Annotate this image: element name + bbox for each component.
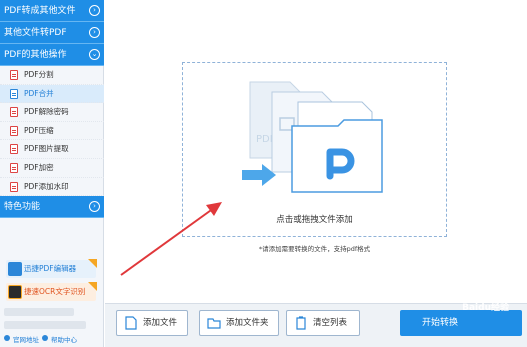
- sidebar-item-pdf-merge[interactable]: PDF合并: [0, 84, 104, 104]
- blurred-row: [4, 321, 86, 329]
- clear-list-button[interactable]: 清空列表: [286, 310, 360, 336]
- chevron-right-icon: ›: [89, 201, 100, 212]
- add-folder-label: 添加文件夹: [226, 318, 269, 328]
- sidebar-item-pdf-unlock[interactable]: PDF解除密码: [0, 103, 104, 122]
- home-icon: [4, 335, 10, 341]
- promo-label: 捷速OCR文字识别: [24, 287, 86, 296]
- help-icon: [42, 335, 48, 341]
- sidebar-item-label: PDF添加水印: [24, 181, 69, 191]
- official-site-link[interactable]: 官网地址: [13, 334, 39, 344]
- pdf-file-icon: [10, 125, 18, 136]
- add-folder-icon: [207, 318, 221, 329]
- promo-ribbon: [88, 282, 97, 291]
- help-center-link[interactable]: 帮助中心: [51, 334, 77, 344]
- add-file-button[interactable]: 添加文件: [116, 310, 188, 336]
- drop-illustration-icon: PDF: [242, 81, 383, 193]
- sidebar-category-pdf-to-other[interactable]: PDF转成其他文件 ›: [0, 0, 104, 22]
- promo-ribbon: [88, 259, 97, 268]
- sidebar-item-pdf-compress[interactable]: PDF压缩: [0, 122, 104, 141]
- blurred-row: [4, 308, 74, 316]
- category-label: PDF转成其他文件: [4, 6, 76, 16]
- category-label: 其他文件转PDF: [4, 28, 67, 38]
- promo-pdf-editor[interactable]: 迅捷PDF编辑器: [6, 259, 97, 278]
- sidebar-category-other-to-pdf[interactable]: 其他文件转PDF ›: [0, 22, 104, 44]
- ocr-icon: [8, 285, 22, 299]
- sidebar-item-pdf-split[interactable]: PDF分割: [0, 66, 104, 85]
- sidebar-item-label: PDF解除密码: [24, 107, 69, 117]
- start-convert-label: 开始转换: [422, 318, 459, 328]
- sidebar-item-label: PDF压缩: [24, 125, 54, 135]
- sidebar: PDF转成其他文件 › 其他文件转PDF › PDF的其他操作 ⌄ PDF分割 …: [0, 0, 104, 347]
- pdf-file-icon: [10, 88, 18, 99]
- add-file-icon: [125, 316, 137, 330]
- promo-label: 迅捷PDF编辑器: [24, 264, 77, 273]
- pdf-file-icon: [10, 70, 18, 80]
- app-window: PDF转成其他文件 › 其他文件转PDF › PDF的其他操作 ⌄ PDF分割 …: [0, 0, 527, 347]
- sidebar-item-pdf-image-extract[interactable]: PDF图片提取: [0, 140, 104, 159]
- sidebar-item-label: PDF加密: [24, 162, 54, 172]
- annotation-arrow-icon: [120, 202, 222, 276]
- clear-list-icon: [296, 316, 306, 330]
- sidebar-item-pdf-watermark[interactable]: PDF添加水印: [0, 178, 104, 197]
- sidebar-submenu: PDF分割 PDF合并 PDF解除密码 PDF压缩 PDF图片提取 PDF加密: [0, 66, 104, 197]
- sidebar-item-label: PDF图片提取: [24, 144, 69, 154]
- pdf-editor-icon: [8, 262, 22, 276]
- sidebar-item-pdf-encrypt[interactable]: PDF加密: [0, 159, 104, 178]
- clear-list-label: 清空列表: [313, 318, 348, 328]
- chevron-down-icon: ⌄: [89, 49, 100, 60]
- pdf-file-icon: [10, 181, 18, 192]
- category-label: PDF的其他操作: [4, 50, 67, 60]
- chevron-right-icon: ›: [89, 27, 100, 38]
- sidebar-item-label: PDF合并: [24, 88, 54, 98]
- pdf-file-icon: [10, 107, 18, 118]
- watermark: Baidu经验: [462, 303, 509, 313]
- add-folder-button[interactable]: 添加文件夹: [199, 310, 279, 336]
- sidebar-category-pdf-other-ops[interactable]: PDF的其他操作 ⌄: [0, 44, 104, 66]
- chevron-right-icon: ›: [89, 5, 100, 16]
- pdf-file-icon: [10, 162, 18, 173]
- add-file-label: 添加文件: [143, 318, 178, 328]
- promo-ocr[interactable]: 捷速OCR文字识别: [6, 282, 97, 301]
- category-label: 特色功能: [4, 202, 41, 212]
- sidebar-item-label: PDF分割: [24, 70, 54, 79]
- pdf-file-icon: [10, 144, 18, 155]
- start-convert-button[interactable]: 开始转换: [400, 310, 522, 336]
- sidebar-category-featured[interactable]: 特色功能 ›: [0, 196, 104, 218]
